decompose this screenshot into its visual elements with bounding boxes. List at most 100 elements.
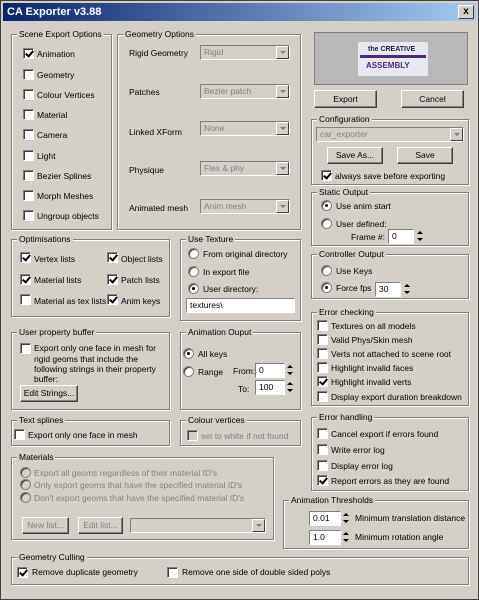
material-list-select[interactable] bbox=[130, 518, 266, 533]
rigid-geometry-select[interactable]: Rigid bbox=[200, 45, 290, 60]
material-lists-checkbox[interactable] bbox=[20, 274, 31, 285]
geometry-checkbox[interactable] bbox=[23, 69, 34, 80]
only-export-geoms-radio[interactable] bbox=[20, 479, 31, 490]
valid-phys-checkbox[interactable] bbox=[317, 334, 328, 345]
remove-duplicate-checkbox[interactable] bbox=[17, 567, 28, 578]
display-error-log-checkbox[interactable] bbox=[317, 460, 328, 471]
export-all-geoms-radio[interactable] bbox=[20, 467, 31, 478]
in-export-label: In export file bbox=[203, 267, 250, 277]
animation-output-legend: Animation Ouput bbox=[186, 327, 254, 338]
logo-bar bbox=[360, 55, 426, 58]
configuration-select[interactable]: car_exporter bbox=[316, 127, 464, 142]
new-list-button[interactable]: New list... bbox=[22, 517, 69, 534]
force-fps-label: Force fps bbox=[336, 283, 372, 293]
logo-badge: the CREATIVE ASSEMBLY bbox=[358, 42, 428, 76]
cancel-if-errors-checkbox[interactable] bbox=[317, 428, 328, 439]
material-checkbox[interactable] bbox=[23, 109, 34, 120]
edit-list-button[interactable]: Edit list... bbox=[78, 517, 123, 534]
physique-select[interactable]: Flex & phy bbox=[200, 161, 290, 176]
remove-one-side-label: Remove one side of double sided polys bbox=[182, 567, 331, 577]
always-save-checkbox[interactable] bbox=[321, 170, 332, 181]
always-save-label: always save before exporting bbox=[335, 171, 446, 181]
window-title: CA Exporter v3.88 bbox=[7, 6, 102, 18]
set-to-white-checkbox[interactable] bbox=[187, 430, 198, 441]
use-keys-radio[interactable] bbox=[321, 265, 332, 276]
geometry-culling-legend: Geometry Culling bbox=[17, 552, 87, 563]
user-directory-radio[interactable] bbox=[188, 283, 199, 294]
force-fps-radio[interactable] bbox=[321, 282, 332, 293]
edit-strings-button[interactable]: Edit Strings... bbox=[20, 385, 78, 402]
error-handling-legend: Error handling bbox=[317, 412, 375, 423]
range-radio[interactable] bbox=[183, 366, 194, 377]
ungroup-objects-checkbox[interactable] bbox=[23, 210, 34, 221]
all-keys-radio[interactable] bbox=[183, 348, 194, 359]
frame-spinner[interactable] bbox=[416, 229, 424, 244]
save-button[interactable]: Save bbox=[397, 147, 453, 164]
from-label: From: bbox=[233, 366, 256, 376]
dont-export-geoms-radio[interactable] bbox=[20, 492, 31, 503]
material-lists-label: Material lists bbox=[34, 275, 82, 285]
camera-checkbox[interactable] bbox=[23, 129, 34, 140]
colour-vertices-checkbox[interactable] bbox=[23, 89, 34, 100]
report-errors-checkbox[interactable] bbox=[317, 475, 328, 486]
cancel-button[interactable]: Cancel bbox=[401, 90, 464, 108]
title-bar[interactable]: CA Exporter v3.88 x bbox=[3, 3, 476, 21]
textures-checkbox[interactable] bbox=[317, 320, 328, 331]
fps-input[interactable]: 30 bbox=[375, 282, 401, 297]
rigid-geometry-value: Rigid bbox=[204, 47, 224, 57]
from-input[interactable]: 0 bbox=[255, 363, 285, 378]
to-spinner[interactable] bbox=[286, 380, 294, 395]
configuration-legend: Configuration bbox=[317, 114, 372, 125]
bezier-splines-checkbox[interactable] bbox=[23, 170, 34, 181]
animated-mesh-select[interactable]: Anim mesh bbox=[200, 199, 290, 214]
vertex-lists-checkbox[interactable] bbox=[20, 252, 31, 263]
user-property-legend: User property buffer bbox=[17, 327, 97, 338]
translation-spinner[interactable] bbox=[342, 511, 350, 526]
object-lists-checkbox[interactable] bbox=[107, 252, 118, 263]
logo-line2: ASSEMBLY bbox=[366, 61, 410, 70]
frame-label: Frame #: bbox=[351, 232, 386, 242]
anim-keys-checkbox[interactable] bbox=[107, 294, 118, 305]
fps-spinner[interactable] bbox=[403, 282, 411, 297]
write-error-log-label: Write error log bbox=[331, 445, 385, 455]
save-as-button[interactable]: Save As... bbox=[327, 147, 383, 164]
linked-xform-select[interactable]: None bbox=[200, 121, 290, 136]
close-button[interactable]: x bbox=[458, 5, 474, 19]
translation-input[interactable]: 0.01 bbox=[309, 511, 341, 526]
valid-phys-label: Valid Phys/Skin mesh bbox=[331, 335, 413, 345]
material-tex-lists-checkbox[interactable] bbox=[20, 294, 31, 305]
export-button[interactable]: Export bbox=[314, 90, 377, 108]
from-spinner[interactable] bbox=[286, 363, 294, 378]
frame-input[interactable]: 0 bbox=[388, 229, 414, 244]
highlight-verts-checkbox[interactable] bbox=[317, 376, 328, 387]
user-defined-radio[interactable] bbox=[321, 218, 332, 229]
highlight-faces-checkbox[interactable] bbox=[317, 362, 328, 373]
write-error-log-checkbox[interactable] bbox=[317, 444, 328, 455]
text-splines-checkbox[interactable] bbox=[14, 429, 25, 440]
set-to-white-label: set to white if not found bbox=[201, 431, 289, 441]
ungroup-objects-label: Ungroup objects bbox=[37, 211, 99, 221]
rotation-input[interactable]: 1.0 bbox=[309, 530, 341, 545]
user-property-checkbox[interactable] bbox=[20, 343, 31, 354]
patches-select[interactable]: Bezier patch bbox=[200, 84, 290, 99]
verts-attached-checkbox[interactable] bbox=[317, 348, 328, 359]
export-duration-label: Display export duration breakdown bbox=[331, 392, 462, 402]
bezier-splines-label: Bezier Splines bbox=[37, 171, 92, 181]
remove-one-side-checkbox[interactable] bbox=[167, 567, 178, 578]
animation-checkbox[interactable] bbox=[23, 48, 34, 59]
light-checkbox[interactable] bbox=[23, 150, 34, 161]
dropdown-arrow-icon bbox=[276, 85, 289, 98]
morph-meshes-checkbox[interactable] bbox=[23, 190, 34, 201]
material-label: Material bbox=[37, 110, 68, 120]
user-directory-input[interactable]: textures\ bbox=[186, 298, 295, 313]
export-duration-checkbox[interactable] bbox=[317, 391, 328, 402]
in-export-radio[interactable] bbox=[188, 266, 199, 277]
to-input[interactable]: 100 bbox=[255, 380, 285, 395]
patch-lists-checkbox[interactable] bbox=[107, 274, 118, 285]
dropdown-arrow-icon bbox=[276, 200, 289, 213]
rotation-spinner[interactable] bbox=[342, 530, 350, 545]
from-original-radio[interactable] bbox=[188, 248, 199, 259]
highlight-faces-label: Highlight invalid faces bbox=[331, 363, 414, 373]
use-anim-start-radio[interactable] bbox=[321, 200, 332, 211]
animated-mesh-label: Animated mesh bbox=[129, 203, 189, 213]
